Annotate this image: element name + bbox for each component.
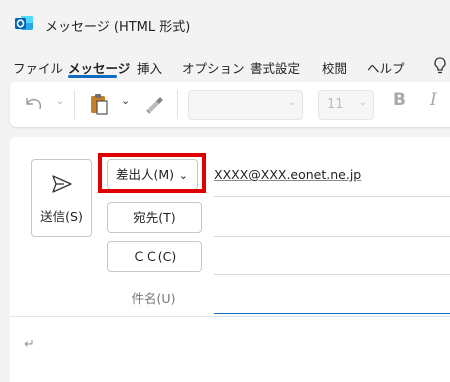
from-address[interactable]: XXXX@XXX.eonet.ne.jp — [214, 167, 361, 182]
from-button-highlight — [98, 153, 206, 193]
font-size-combobox[interactable]: 11 ⌄ — [318, 90, 374, 120]
ribbon: ⌄ ⌄ ⌄ 11 ⌄ B I — [10, 82, 450, 127]
italic-button[interactable]: I — [430, 90, 437, 110]
active-tab-indicator — [68, 75, 117, 78]
menu-review[interactable]: 校閲 — [322, 58, 347, 77]
subject-input[interactable] — [214, 313, 450, 314]
menu-options[interactable]: オプション — [182, 58, 245, 77]
from-field-line — [214, 196, 450, 197]
undo-icon[interactable] — [23, 94, 45, 114]
menu-file[interactable]: ファイル — [13, 58, 63, 77]
clipboard-paste-icon[interactable] — [88, 92, 110, 116]
font-size-chevron-icon: ⌄ — [358, 97, 367, 108]
subject-label: 件名(U) — [131, 291, 176, 306]
title-bar: メッセージ (HTML 形式) — [0, 0, 450, 48]
menu-insert[interactable]: 挿入 — [137, 58, 162, 77]
cc-field-line[interactable] — [214, 274, 450, 275]
send-icon — [52, 175, 72, 193]
font-size-value: 11 — [327, 97, 344, 112]
cc-button[interactable]: ＣＣ(C) — [107, 241, 202, 272]
ribbon-separator — [177, 90, 178, 119]
to-button[interactable]: 宛先(T) — [107, 202, 202, 233]
send-button[interactable]: 送信(S) — [31, 159, 92, 237]
paragraph-mark: ↵ — [24, 337, 35, 352]
font-name-chevron-icon: ⌄ — [287, 97, 296, 108]
body-separator — [10, 316, 450, 317]
outlook-logo-icon — [15, 16, 33, 30]
menu-help[interactable]: ヘルプ — [367, 58, 405, 77]
font-name-combobox[interactable]: ⌄ — [188, 90, 303, 120]
compose-pane: 送信(S) 差出人(M) ⌄ XXXX@XXX.eonet.ne.jp 宛先(T… — [10, 137, 450, 382]
lightbulb-icon[interactable] — [432, 56, 448, 76]
to-field-line[interactable] — [214, 236, 450, 237]
send-label: 送信(S) — [40, 209, 83, 224]
undo-dropdown-chevron-icon[interactable]: ⌄ — [56, 96, 64, 107]
bold-button[interactable]: B — [393, 90, 406, 110]
window-title: メッセージ (HTML 形式) — [45, 20, 191, 35]
ribbon-separator — [74, 90, 75, 119]
menu-format[interactable]: 書式設定 — [250, 58, 300, 77]
paste-dropdown-chevron-icon[interactable]: ⌄ — [121, 94, 130, 107]
format-painter-icon[interactable] — [144, 93, 166, 115]
